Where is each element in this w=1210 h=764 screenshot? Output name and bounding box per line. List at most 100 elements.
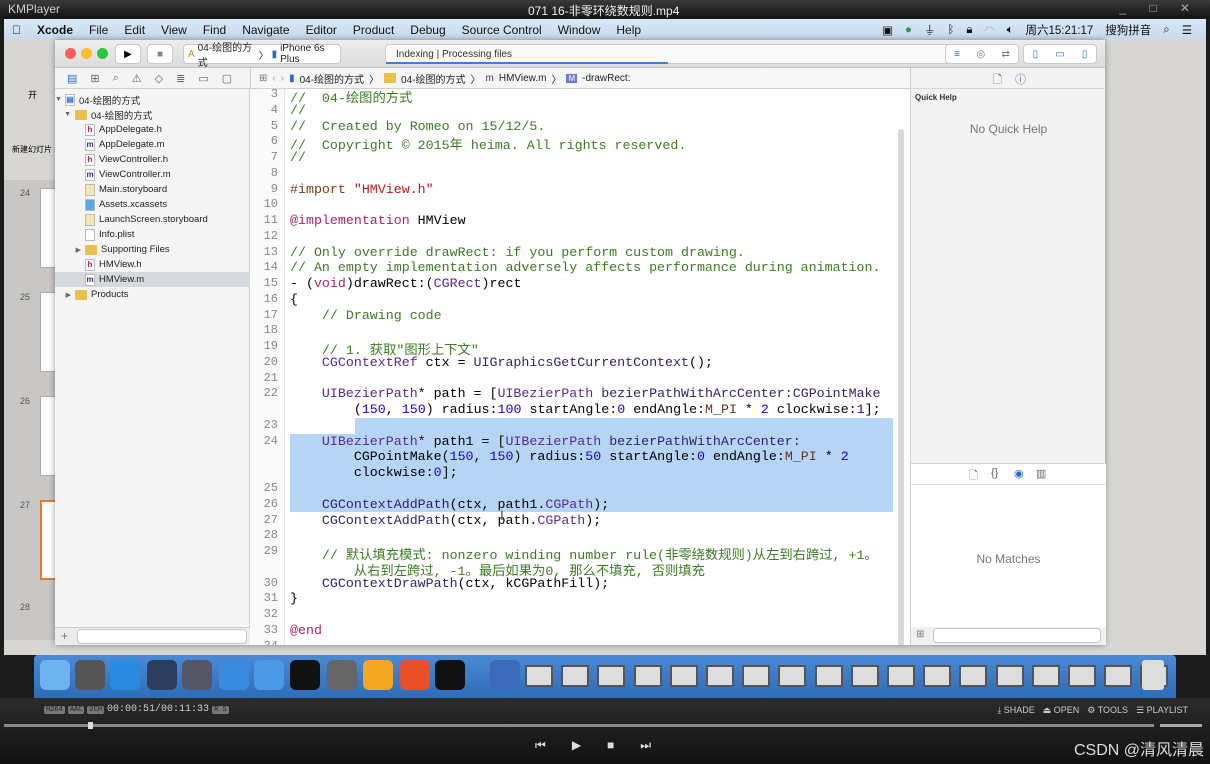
play-icon[interactable]: ▶ — [572, 738, 581, 753]
navigator-item[interactable]: m HMView.m — [55, 272, 250, 287]
standard-editor-icon[interactable]: ≡ — [954, 49, 960, 60]
terminal-icon[interactable] — [290, 660, 320, 690]
wifi-icon[interactable]: ◠ — [985, 23, 995, 37]
ppt-home-tab[interactable]: 开 — [28, 88, 37, 101]
previous-icon[interactable]: ⏮ — [535, 738, 546, 753]
seek-handle[interactable] — [88, 722, 93, 729]
close-button[interactable] — [65, 48, 76, 59]
navigator-filter-input[interactable] — [77, 629, 247, 644]
jump-folder[interactable]: 04-绘图的方式 — [401, 71, 465, 86]
volume-icon[interactable]: 🔈︎ — [1007, 24, 1014, 37]
trash-icon[interactable] — [1142, 660, 1164, 690]
minimized-window-thumb[interactable] — [995, 665, 1024, 687]
menu-editor[interactable]: Editor — [298, 23, 345, 37]
navigator-item[interactable]: ▼ ▤ 04-绘图的方式 — [55, 92, 250, 107]
assistant-editor-icon[interactable]: ◎ — [976, 49, 985, 60]
menu-navigate[interactable]: Navigate — [234, 23, 297, 37]
navigator-item[interactable]: ▶ Products — [55, 287, 250, 302]
grid-view-icon[interactable]: ⊞ — [916, 629, 924, 640]
navigator-item[interactable]: m ViewController.m — [55, 167, 250, 182]
breakpoint-navigator-icon[interactable]: ▭ — [198, 72, 208, 88]
menu-app[interactable]: Xcode — [29, 23, 81, 37]
minimized-window-thumb[interactable] — [850, 665, 879, 687]
navigator-toggle-icon[interactable]: ▯ — [1033, 49, 1039, 60]
jump-method[interactable]: -drawRect: — [582, 73, 630, 84]
quick-help-icon[interactable]: ⓘ — [1015, 71, 1026, 87]
scheme-selector[interactable]: A 04-绘图的方式〉 ▮ iPhone 6s Plus — [183, 43, 341, 69]
stop-icon[interactable]: ■ — [607, 738, 614, 753]
jump-project[interactable]: 04-绘图的方式 — [300, 71, 364, 86]
navigator-item[interactable]: m AppDelegate.m — [55, 137, 250, 152]
ppt-new-slide-button[interactable]: 新建幻灯片 — [12, 144, 52, 155]
safari-icon[interactable] — [110, 660, 140, 690]
launchpad-icon[interactable] — [75, 660, 105, 690]
menu-debug[interactable]: Debug — [402, 23, 453, 37]
window-controls[interactable]: _ □ ✕ — [1119, 1, 1200, 15]
shade-button[interactable]: ⤓ SHADE — [997, 705, 1035, 716]
play-circle-icon[interactable]: ● — [905, 24, 912, 36]
navigator-item[interactable]: ▶ Supporting Files — [55, 242, 250, 257]
minimized-window-thumb[interactable] — [597, 665, 626, 687]
navigator-item[interactable]: LaunchScreen.storyboard — [55, 212, 250, 227]
run-button[interactable]: ▶ — [115, 44, 141, 64]
find-navigator-icon[interactable]: ⌕ — [113, 72, 119, 88]
navigator-item[interactable]: h AppDelegate.h — [55, 122, 250, 137]
minimized-window-thumb[interactable] — [706, 665, 734, 687]
minimized-window-thumb[interactable] — [561, 665, 590, 687]
minimized-window-thumb[interactable] — [887, 665, 915, 687]
menu-product[interactable]: Product — [345, 23, 402, 37]
issue-navigator-icon[interactable]: ⚠ — [132, 72, 142, 88]
minimized-window-thumb[interactable] — [959, 665, 988, 687]
library-filter-input[interactable] — [933, 628, 1101, 643]
list-icon[interactable]: ☰ — [1182, 23, 1192, 37]
disclosure-triangle-icon[interactable]: ▶ — [55, 291, 71, 299]
code-snippet-icon[interactable]: {} — [991, 467, 998, 479]
minimized-window-thumb[interactable] — [1031, 665, 1060, 687]
test-navigator-icon[interactable]: ◇ — [155, 72, 163, 88]
media-library-icon[interactable]: ▥ — [1036, 467, 1046, 480]
menu-help[interactable]: Help — [608, 23, 649, 37]
debug-toggle-icon[interactable]: ▭ — [1055, 49, 1064, 60]
symbol-navigator-icon[interactable]: ⊞ — [90, 72, 99, 88]
related-items-icon[interactable]: ⊞ — [259, 73, 267, 84]
open-button[interactable]: ⏏ OPEN — [1043, 705, 1080, 716]
minimized-window-thumb[interactable] — [742, 665, 771, 687]
menu-file[interactable]: File — [81, 23, 116, 37]
utilities-toggle-icon[interactable]: ▯ — [1082, 49, 1088, 60]
view-toggle-group[interactable]: ▯ ▭ ▯ — [1023, 44, 1097, 64]
source-editor[interactable]: 3// 04-绘图的方式 4 // 5 // Created by Romeo on 1… — [250, 89, 910, 645]
finder-icon[interactable] — [40, 660, 70, 690]
menu-view[interactable]: View — [153, 23, 195, 37]
forward-button[interactable]: › — [281, 73, 284, 84]
navigator-item[interactable]: ▼ 04-绘图的方式 — [55, 107, 250, 122]
stop-button[interactable]: ■ — [147, 44, 173, 64]
disclosure-triangle-icon[interactable]: ▼ — [55, 96, 62, 103]
volume-slider[interactable] — [1160, 724, 1202, 727]
tools-button[interactable]: ⚙ TOOLS — [1087, 705, 1128, 716]
minimized-window-thumb[interactable] — [1068, 665, 1096, 687]
navigator-item[interactable]: Assets.xcassets — [55, 197, 250, 212]
menu-source-control[interactable]: Source Control — [454, 23, 550, 37]
zoom-button[interactable] — [97, 48, 108, 59]
jump-file[interactable]: HMView.m — [499, 73, 547, 84]
menu-find[interactable]: Find — [195, 23, 234, 37]
disclosure-triangle-icon[interactable]: ▶ — [55, 246, 81, 254]
simulator-icon[interactable] — [254, 660, 284, 690]
console-icon[interactable] — [435, 660, 465, 690]
minimized-window-thumb[interactable] — [1104, 665, 1133, 687]
menu-window[interactable]: Window — [550, 23, 609, 37]
add-icon[interactable]: + — [61, 629, 68, 643]
minimized-window-thumb[interactable] — [923, 665, 952, 687]
minimize-button[interactable] — [81, 48, 92, 59]
powerpoint-icon[interactable] — [400, 660, 430, 690]
minimized-window-thumb[interactable] — [525, 665, 553, 687]
sketch-icon[interactable] — [363, 660, 393, 690]
ime-indicator[interactable]: 搜狗拼音 — [1105, 22, 1151, 38]
minimized-window-thumb[interactable] — [778, 665, 807, 687]
next-icon[interactable]: ⏭ — [640, 738, 651, 753]
rs-badge[interactable]: R S — [212, 705, 229, 714]
menu-edit[interactable]: Edit — [116, 23, 153, 37]
minimized-window-thumb[interactable] — [814, 665, 843, 687]
bluetooth-icon[interactable]: ᛒ — [947, 24, 954, 36]
version-editor-icon[interactable]: ⇄ — [1001, 49, 1009, 60]
